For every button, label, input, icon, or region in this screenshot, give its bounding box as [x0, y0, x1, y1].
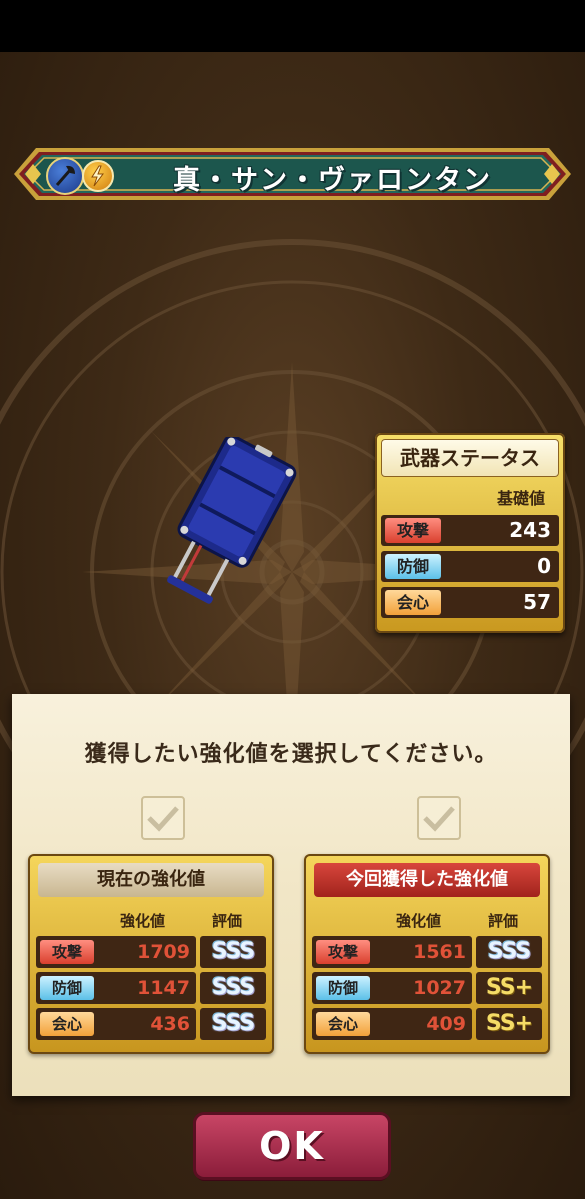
current-row-attack: 攻撃 1709 SSS [36, 936, 266, 968]
status-header: 武器ステータス [381, 439, 559, 477]
new-enhancement-panel[interactable]: 今回獲得した強化値 強化値 評価 攻撃 1561 SSS 防御 1027 SS+… [304, 854, 550, 1054]
game-scene: 真・サン・ヴァロンタン 武器ステータス 基礎値 攻撃 243 防御 0 会心 5… [0, 52, 585, 1199]
status-row-defense: 防御 0 [381, 551, 559, 582]
defense-label: 防御 [40, 976, 94, 1000]
critical-label: 会心 [40, 1012, 94, 1036]
enhancement-select-dialog: 獲得したい強化値を選択してください。 現在の強化値 強化値 評価 攻撃 1709… [12, 694, 570, 1096]
base-value-header: 基礎値 [496, 489, 545, 508]
critical-value: 436 [150, 1013, 190, 1035]
attack-rank: SSS [200, 936, 266, 968]
new-panel-header: 今回獲得した強化値 [314, 863, 540, 897]
select-prompt: 獲得したい強化値を選択してください。 [84, 742, 498, 767]
critical-value: 409 [426, 1013, 466, 1035]
attack-label: 攻撃 [40, 940, 94, 964]
critical-rank: SS+ [476, 1008, 542, 1040]
critical-label: 会心 [316, 1012, 370, 1036]
enhance-value-header: 強化値 [120, 912, 166, 930]
current-row-defense: 防御 1147 SSS [36, 972, 266, 1004]
attack-value: 243 [509, 518, 551, 542]
attack-label: 攻撃 [316, 940, 370, 964]
critical-rank: SSS [200, 1008, 266, 1040]
checkmark-icon [147, 806, 179, 832]
defense-rank: SSS [200, 972, 266, 1004]
defense-value: 0 [537, 554, 551, 578]
attack-rank: SSS [476, 936, 542, 968]
new-select-checkbox[interactable] [417, 796, 461, 840]
new-row-defense: 防御 1027 SS+ [312, 972, 542, 1004]
enhance-value-header: 強化値 [396, 912, 442, 930]
weapon-title-banner: 真・サン・ヴァロンタン [14, 144, 571, 204]
current-select-checkbox[interactable] [141, 796, 185, 840]
weapon-name: 真・サン・ヴァロンタン [173, 165, 492, 196]
new-row-attack: 攻撃 1561 SSS [312, 936, 542, 968]
current-enhancement-panel[interactable]: 現在の強化値 強化値 評価 攻撃 1709 SSS 防御 1147 SSS 会心… [28, 854, 274, 1054]
defense-value: 1027 [413, 977, 466, 999]
rank-header: 評価 [212, 912, 243, 930]
current-row-critical: 会心 436 SSS [36, 1008, 266, 1040]
rank-header: 評価 [488, 912, 519, 930]
lightning-icon [82, 160, 114, 192]
status-row-critical: 会心 57 [381, 587, 559, 618]
defense-rank: SS+ [476, 972, 542, 1004]
ok-button[interactable]: OK [196, 1115, 388, 1177]
weapon-suitcase-image [167, 437, 297, 604]
critical-value: 57 [523, 590, 551, 614]
attack-label: 攻撃 [385, 518, 441, 543]
current-panel-header: 現在の強化値 [38, 863, 264, 897]
critical-label: 会心 [385, 590, 441, 615]
defense-value: 1147 [137, 977, 190, 999]
axe-icon [46, 157, 84, 195]
defense-label: 防御 [385, 554, 441, 579]
defense-label: 防御 [316, 976, 370, 1000]
attack-value: 1561 [413, 941, 466, 963]
weapon-status-panel: 武器ステータス 基礎値 攻撃 243 防御 0 会心 57 [375, 433, 565, 633]
checkmark-icon [423, 806, 455, 832]
new-row-critical: 会心 409 SS+ [312, 1008, 542, 1040]
attack-value: 1709 [137, 941, 190, 963]
status-row-attack: 攻撃 243 [381, 515, 559, 546]
